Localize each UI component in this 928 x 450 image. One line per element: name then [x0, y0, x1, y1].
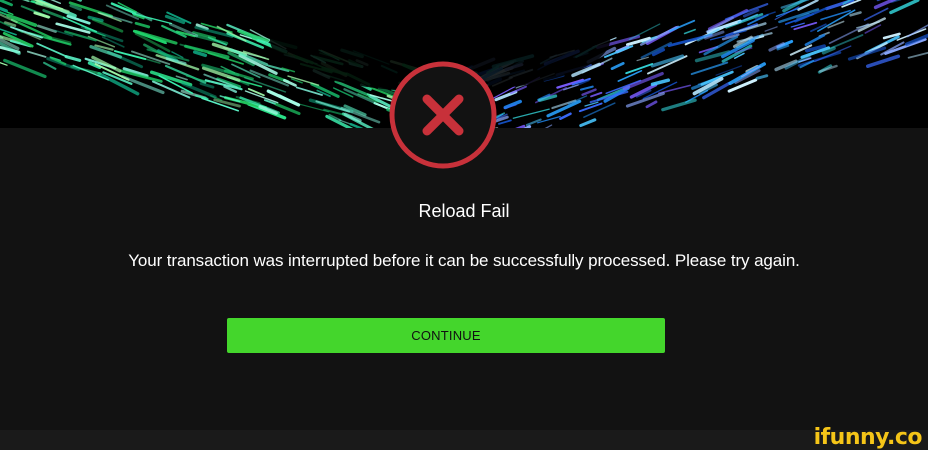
light-streak: [661, 98, 697, 112]
light-streak: [850, 0, 856, 2]
light-streak: [3, 58, 47, 79]
light-streak: [669, 19, 696, 32]
light-streak: [890, 0, 902, 3]
light-streak: [865, 54, 901, 68]
light-streak: [610, 62, 625, 70]
light-streak: [498, 119, 512, 125]
light-streak: [889, 0, 920, 15]
light-streak: [64, 55, 82, 62]
light-streak: [645, 100, 658, 109]
light-streak: [134, 21, 151, 29]
dialog-message: Your transaction was interrupted before …: [128, 251, 800, 270]
dialog-title: Reload Fail: [418, 201, 510, 221]
light-streak: [35, 1, 70, 14]
ifunny-watermark: ifunny.co: [813, 424, 923, 450]
light-streak: [33, 11, 50, 19]
watermark-text: ifunny.co: [813, 424, 923, 450]
light-streak: [733, 22, 767, 35]
light-streak: [512, 108, 550, 119]
light-streak: [0, 0, 13, 7]
light-streak: [817, 9, 856, 32]
light-streak: [629, 83, 658, 99]
light-streak: [0, 61, 8, 66]
light-streak: [36, 24, 57, 33]
continue-button[interactable]: CONTINUE: [227, 318, 665, 353]
light-streak: [640, 41, 672, 59]
light-streak: [804, 33, 826, 47]
light-streak: [161, 24, 187, 38]
light-streak: [581, 88, 597, 97]
light-streak: [764, 26, 778, 32]
continue-button-label: CONTINUE: [411, 328, 481, 343]
light-streak: [538, 94, 558, 102]
light-streak: [579, 118, 597, 128]
light-streak: [847, 46, 887, 61]
error-x-circle-icon: [389, 61, 497, 169]
light-streak: [92, 18, 124, 33]
light-streak: [793, 21, 818, 31]
light-streak: [683, 28, 696, 35]
light-streak: [690, 61, 729, 76]
light-streak: [559, 112, 572, 120]
light-streak: [192, 50, 208, 58]
reload-fail-screen: Reload Fail Your transaction was interru…: [0, 0, 928, 450]
light-streak: [579, 85, 594, 91]
light-streak: [26, 50, 47, 58]
light-streak: [36, 42, 68, 58]
footer-strip: [0, 430, 928, 450]
light-streak: [755, 74, 769, 80]
light-streak: [590, 91, 603, 98]
light-streak: [907, 51, 928, 59]
light-streak: [544, 124, 553, 128]
light-streak: [650, 78, 671, 87]
light-streak: [274, 102, 301, 116]
light-streak: [64, 30, 97, 42]
light-streak: [199, 82, 215, 89]
light-streak: [906, 24, 928, 38]
light-streak: [66, 14, 91, 25]
light-streak: [515, 124, 526, 128]
light-streak: [849, 11, 862, 17]
light-streak: [43, 61, 57, 70]
